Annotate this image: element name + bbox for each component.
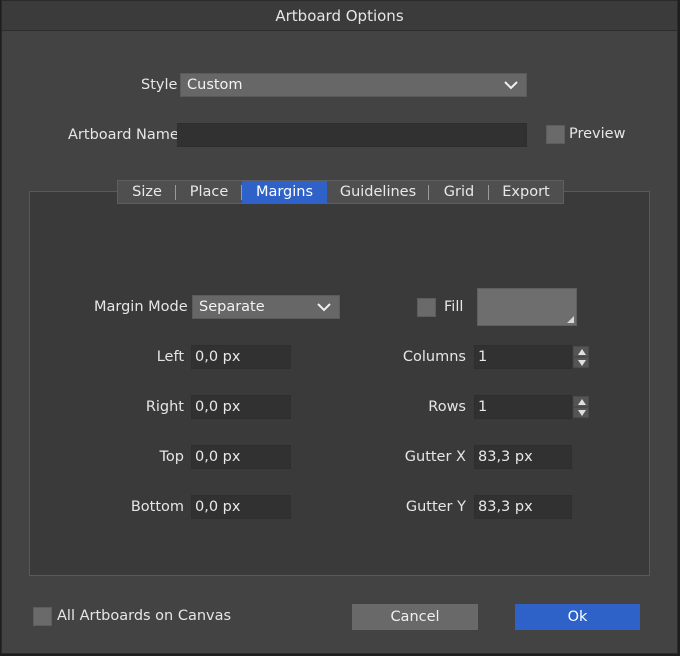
- spinner-up-icon: [578, 399, 586, 405]
- artboard-name-label: Artboard Name: [68, 127, 179, 143]
- gutter-x-input[interactable]: 83,3 px: [474, 445, 572, 469]
- columns-label: Columns: [402, 349, 466, 365]
- preview-checkbox[interactable]: [546, 125, 565, 144]
- rows-up[interactable]: [573, 396, 589, 407]
- rows-down[interactable]: [573, 407, 589, 418]
- gutter-y-input[interactable]: 83,3 px: [474, 495, 572, 519]
- tab-size[interactable]: Size: [118, 181, 176, 203]
- tab-export[interactable]: Export: [489, 181, 563, 203]
- chevron-down-icon: [504, 81, 518, 90]
- artboard-options-dialog: Artboard Options Style Custom Artboard N…: [1, 0, 678, 654]
- tab-margins[interactable]: Margins: [242, 181, 327, 203]
- fill-checkbox[interactable]: [417, 298, 436, 317]
- top-label: Top: [159, 449, 184, 465]
- dialog-title: Artboard Options: [2, 1, 677, 31]
- columns-input[interactable]: 1: [474, 345, 572, 369]
- rows-stepper[interactable]: [573, 396, 589, 418]
- fill-color-swatch[interactable]: [477, 288, 577, 326]
- bottom-label: Bottom: [130, 499, 184, 515]
- chevron-down-icon: [317, 303, 331, 312]
- tab-guidelines[interactable]: Guidelines: [327, 181, 429, 203]
- top-input[interactable]: 0,0 px: [191, 445, 291, 469]
- gutter-y-label: Gutter Y: [405, 499, 466, 515]
- margin-mode-dropdown[interactable]: Separate: [192, 295, 340, 319]
- margin-mode-value: Separate: [199, 299, 265, 315]
- cancel-button[interactable]: Cancel: [352, 604, 478, 630]
- gutter-x-label: Gutter X: [404, 449, 466, 465]
- preview-label: Preview: [569, 126, 626, 142]
- style-value: Custom: [187, 77, 243, 93]
- spinner-down-icon: [578, 360, 586, 366]
- all-artboards-label: All Artboards on Canvas: [57, 608, 232, 624]
- spinner-up-icon: [578, 349, 586, 355]
- artboard-name-input[interactable]: [177, 123, 527, 147]
- tab-bar: Size Place Margins Guidelines Grid Expor…: [117, 180, 564, 204]
- left-label: Left: [156, 349, 184, 365]
- tab-grid[interactable]: Grid: [429, 181, 489, 203]
- style-label: Style: [141, 77, 178, 93]
- rows-input[interactable]: 1: [474, 395, 572, 419]
- rows-label: Rows: [428, 399, 466, 415]
- ok-button[interactable]: Ok: [515, 604, 640, 630]
- fill-label: Fill: [444, 299, 464, 315]
- columns-stepper[interactable]: [573, 346, 589, 368]
- tab-place[interactable]: Place: [176, 181, 242, 203]
- right-label: Right: [145, 399, 184, 415]
- spinner-down-icon: [578, 410, 586, 416]
- columns-up[interactable]: [573, 346, 589, 357]
- bottom-input[interactable]: 0,0 px: [191, 495, 291, 519]
- style-dropdown[interactable]: Custom: [180, 73, 527, 97]
- right-input[interactable]: 0,0 px: [191, 395, 291, 419]
- columns-down[interactable]: [573, 357, 589, 368]
- all-artboards-checkbox[interactable]: [33, 607, 52, 626]
- resize-corner-icon: [567, 316, 574, 323]
- left-input[interactable]: 0,0 px: [191, 345, 291, 369]
- margin-mode-label: Margin Mode: [94, 299, 188, 315]
